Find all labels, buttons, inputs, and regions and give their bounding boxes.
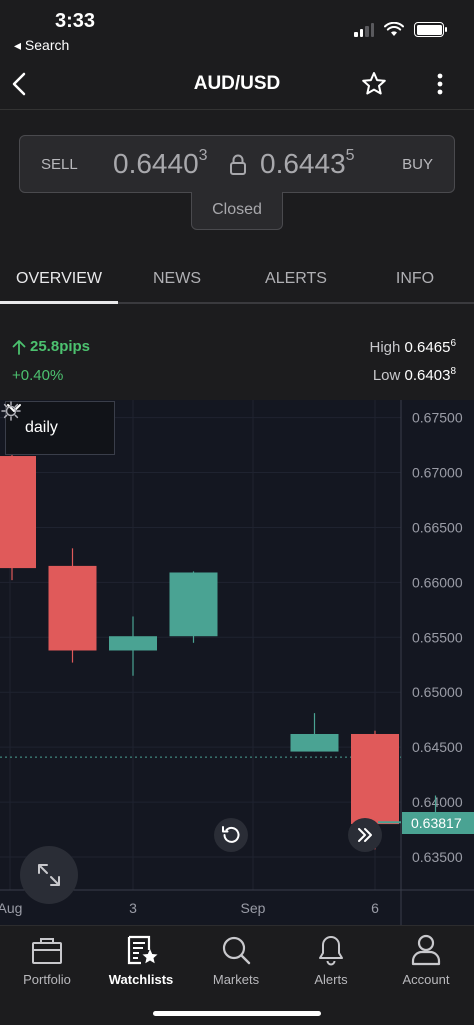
- low-value-main: 0.6403: [404, 367, 451, 384]
- scroll-to-latest-button[interactable]: [348, 818, 382, 852]
- gear-icon[interactable]: [0, 400, 22, 422]
- tab-overview[interactable]: OVERVIEW: [0, 270, 118, 288]
- double-chevron-right-icon: [358, 828, 372, 842]
- tab-markets[interactable]: Markets: [189, 932, 283, 987]
- interval-label: daily: [25, 419, 58, 436]
- battery-icon: [414, 22, 447, 37]
- y-tick-label: 0.65000: [412, 684, 463, 700]
- y-tick-label: 0.66500: [412, 519, 463, 535]
- tab-alerts-label: Alerts: [314, 972, 348, 987]
- buy-price[interactable]: 0.64435: [260, 147, 355, 180]
- y-tick-label: 0.65500: [412, 629, 463, 645]
- tab-portfolio[interactable]: Portfolio: [0, 932, 94, 987]
- y-tick-label: 0.67500: [412, 410, 463, 426]
- bottom-tab-bar: Portfolio Watchlists Markets Alerts Acco…: [0, 925, 474, 1025]
- change-percent: +0.40%: [12, 367, 64, 384]
- price-summary: 25.8pips +0.40% High 0.64656 Low 0.64038: [0, 330, 474, 400]
- x-tick-label: 6: [371, 900, 379, 916]
- y-tick-label: 0.63500: [412, 849, 463, 865]
- tab-account[interactable]: Account: [379, 932, 473, 987]
- candle-down: [351, 733, 399, 825]
- low-price: Low 0.64038: [373, 366, 456, 384]
- favorite-star-icon[interactable]: [360, 70, 388, 98]
- status-bar: 3:33 ◂ Search: [0, 0, 474, 60]
- current-price-tag: 0.63817: [402, 812, 474, 834]
- sell-label[interactable]: SELL: [41, 156, 78, 173]
- expand-icon: [38, 864, 60, 886]
- high-label: High: [369, 339, 401, 356]
- status-time: 3:33: [55, 10, 96, 32]
- tab-alerts[interactable]: ALERTS: [237, 270, 355, 288]
- bell-icon: [319, 936, 343, 966]
- navigation-bar: AUD/USD: [0, 60, 474, 110]
- fullscreen-button[interactable]: [20, 846, 78, 904]
- reset-chart-button[interactable]: [214, 818, 248, 852]
- high-value-pipette: 6: [450, 338, 456, 349]
- x-tick-label: Sep: [241, 900, 266, 916]
- status-icons: [354, 22, 447, 37]
- sell-price-main: 0.6440: [113, 148, 199, 179]
- tab-portfolio-label: Portfolio: [23, 972, 71, 987]
- home-indicator: [153, 1011, 321, 1016]
- tab-active-indicator: [0, 301, 118, 304]
- wifi-icon: [384, 22, 404, 36]
- candle-down: [0, 456, 36, 569]
- y-tick-label: 0.66000: [412, 574, 463, 590]
- low-value-pipette: 8: [450, 366, 456, 377]
- quote-panel: SELL 0.64403 0.64435 BUY: [19, 135, 455, 193]
- candle-up: [290, 733, 339, 752]
- watchlist-star-icon: [127, 935, 158, 965]
- buy-price-pipette: 5: [345, 147, 355, 164]
- high-value: 0.64656: [404, 338, 456, 356]
- buy-label[interactable]: BUY: [402, 156, 433, 173]
- y-tick-label: 0.64500: [412, 739, 463, 755]
- low-label: Low: [372, 367, 401, 384]
- change-pips: 25.8pips: [12, 338, 90, 355]
- back-to-search-link[interactable]: ◂ Search: [14, 37, 69, 54]
- price-chart[interactable]: 0.67500 0.67000 0.66500 0.66000 0.65500 0.650…: [0, 400, 474, 925]
- briefcase-icon: [32, 938, 62, 964]
- tab-markets-label: Markets: [212, 972, 260, 987]
- tab-alerts-nav[interactable]: Alerts: [284, 932, 378, 987]
- tab-account-label: Account: [402, 972, 450, 987]
- tab-news[interactable]: NEWS: [118, 270, 236, 288]
- high-value-main: 0.6465: [404, 339, 451, 356]
- search-icon: [222, 936, 251, 965]
- person-icon: [411, 934, 441, 966]
- x-tick-label: 3: [129, 900, 137, 916]
- low-value: 0.64038: [404, 366, 456, 384]
- candle-up: [109, 636, 157, 651]
- cellular-signal-icon: [354, 23, 374, 37]
- candle-down: [48, 565, 97, 651]
- detail-tabs: OVERVIEW NEWS ALERTS INFO: [0, 255, 474, 305]
- more-options-icon[interactable]: [428, 70, 452, 98]
- sell-price[interactable]: 0.64403: [113, 147, 208, 180]
- high-price: High 0.64656: [370, 338, 456, 356]
- y-tick-label: 0.67000: [412, 465, 463, 481]
- tab-watchlists[interactable]: Watchlists: [94, 932, 188, 987]
- tab-watchlists-label: Watchlists: [108, 972, 174, 987]
- y-tick-label: 0.64000: [412, 794, 463, 810]
- arrow-up-icon: [12, 339, 26, 355]
- tab-info[interactable]: INFO: [356, 270, 474, 288]
- sell-price-pipette: 3: [198, 147, 208, 164]
- market-status-badge: Closed: [191, 192, 283, 230]
- rotate-left-icon: [222, 826, 240, 843]
- buy-price-main: 0.6443: [260, 148, 346, 179]
- instrument-title: AUD/USD: [193, 73, 281, 94]
- candle-up: [169, 572, 218, 637]
- lock-icon: [230, 154, 246, 175]
- change-pips-value: 25.8pips: [30, 338, 91, 355]
